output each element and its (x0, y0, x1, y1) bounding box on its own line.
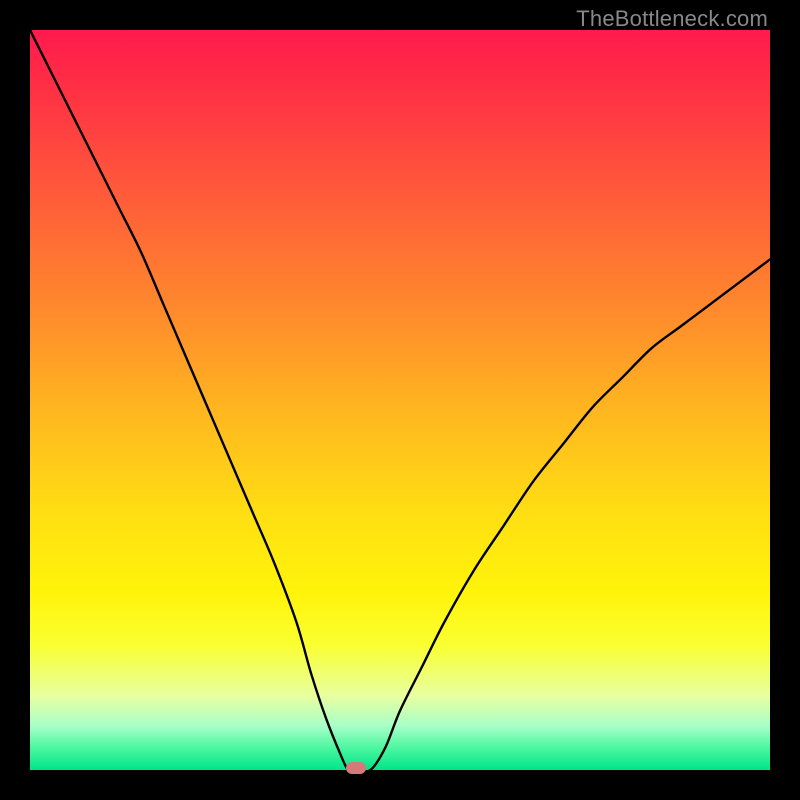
curve-path (30, 30, 770, 770)
optimal-marker (346, 762, 366, 774)
bottleneck-curve (30, 30, 770, 770)
watermark-text: TheBottleneck.com (576, 6, 768, 32)
chart-frame: TheBottleneck.com (0, 0, 800, 800)
plot-area (30, 30, 770, 770)
